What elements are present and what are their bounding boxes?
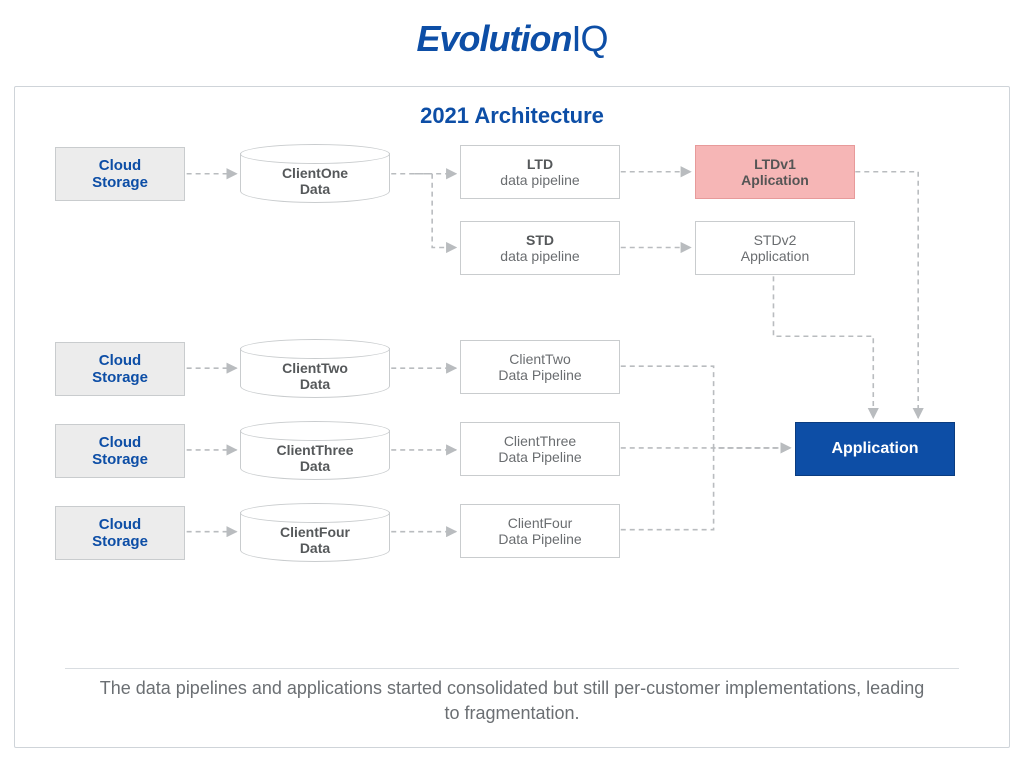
app-shared: Application (795, 422, 955, 476)
pipeline-clientfour: ClientFour Data Pipeline (460, 504, 620, 558)
pipeline-std-sub: data pipeline (500, 248, 579, 264)
diagram-frame: 2021 Architecture Cloud Storage ClientOn… (14, 86, 1010, 748)
caption-separator (65, 668, 959, 669)
diagram-title: 2021 Architecture (15, 103, 1009, 129)
pipeline-std: STD data pipeline (460, 221, 620, 275)
db-clientthree: ClientThree Data (240, 430, 390, 480)
db-clientfour: ClientFour Data (240, 512, 390, 562)
pipeline-ltd: LTD data pipeline (460, 145, 620, 199)
pipeline-ltd-sub: data pipeline (500, 172, 579, 188)
brand-logo-right: IQ (571, 18, 607, 59)
brand-logo: EvolutionIQ (0, 18, 1024, 60)
page: EvolutionIQ 2021 Architecture Cloud Stor… (0, 0, 1024, 768)
cloud-storage-3: Cloud Storage (55, 424, 185, 478)
pipeline-std-title: STD (526, 232, 554, 248)
app-stdv2: STDv2 Application (695, 221, 855, 275)
app-ltdv1: LTDv1 Aplication (695, 145, 855, 199)
caption-text: The data pipelines and applications star… (95, 676, 929, 725)
pipeline-ltd-title: LTD (527, 156, 553, 172)
brand-logo-left: Evolution (416, 18, 571, 59)
db-clientone: ClientOne Data (240, 153, 390, 203)
pipeline-clienttwo: ClientTwo Data Pipeline (460, 340, 620, 394)
cloud-storage-4: Cloud Storage (55, 506, 185, 560)
db-clienttwo: ClientTwo Data (240, 348, 390, 398)
pipeline-clientthree: ClientThree Data Pipeline (460, 422, 620, 476)
cloud-storage-2: Cloud Storage (55, 342, 185, 396)
cloud-storage-1: Cloud Storage (55, 147, 185, 201)
